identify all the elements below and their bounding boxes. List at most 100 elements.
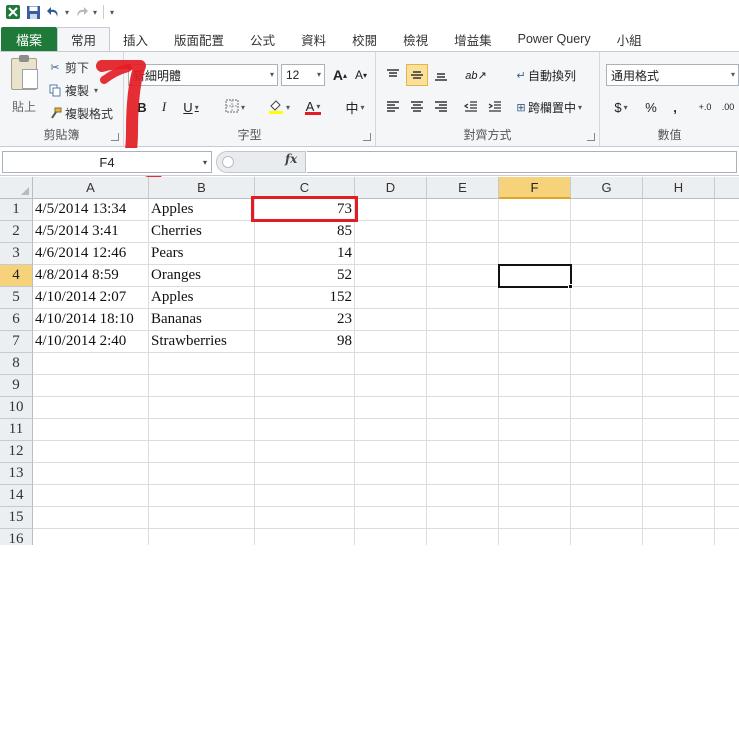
currency-button[interactable]: $ ▾ <box>608 96 634 118</box>
cell-b11[interactable] <box>149 419 255 441</box>
cell-overflow-7[interactable] <box>715 331 739 353</box>
cell-b16[interactable] <box>149 529 255 545</box>
cell-g16[interactable] <box>571 529 643 545</box>
cell-e2[interactable] <box>427 221 499 243</box>
increase-indent-button[interactable] <box>484 96 506 118</box>
row-header-2[interactable]: 2 <box>0 221 33 243</box>
cut-button[interactable]: ✂ 剪下 <box>48 57 89 77</box>
cell-b6[interactable]: Bananas <box>149 309 255 331</box>
cell-d12[interactable] <box>355 441 427 463</box>
worksheet-grid[interactable]: A B C D E F G H 1 4/5/2014 13:34 Apples 73 2 4/5/2014… <box>0 177 739 545</box>
cell-d9[interactable] <box>355 375 427 397</box>
tab-page-layout[interactable]: 版面配置 <box>161 27 237 51</box>
cell-g13[interactable] <box>571 463 643 485</box>
cell-b8[interactable] <box>149 353 255 375</box>
cell-e16[interactable] <box>427 529 499 545</box>
cell-f2[interactable] <box>499 221 571 243</box>
increase-decimal-button[interactable]: +.0 <box>694 96 716 118</box>
redo-dropdown-icon[interactable]: ▾ <box>92 5 98 19</box>
cell-a13[interactable] <box>33 463 149 485</box>
column-header-h[interactable]: H <box>643 177 715 199</box>
cell-c3[interactable]: 14 <box>255 243 355 265</box>
cell-f12[interactable] <box>499 441 571 463</box>
row-header-1[interactable]: 1 <box>0 199 33 221</box>
cell-overflow-15[interactable] <box>715 507 739 529</box>
cell-overflow-12[interactable] <box>715 441 739 463</box>
fill-color-button[interactable]: ▾ <box>264 96 294 118</box>
cell-g10[interactable] <box>571 397 643 419</box>
borders-button[interactable]: ▾ <box>218 96 252 118</box>
cell-e3[interactable] <box>427 243 499 265</box>
cell-f3[interactable] <box>499 243 571 265</box>
cell-b9[interactable] <box>149 375 255 397</box>
cell-c4[interactable]: 52 <box>255 265 355 287</box>
align-top-button[interactable] <box>382 64 404 86</box>
font-color-button[interactable]: A ▾ <box>298 96 328 118</box>
row-header-4[interactable]: 4 <box>0 265 33 287</box>
cell-h15[interactable] <box>643 507 715 529</box>
fill-handle[interactable] <box>568 284 573 289</box>
cell-b5[interactable]: Apples <box>149 287 255 309</box>
tab-view[interactable]: 檢視 <box>390 27 441 51</box>
column-header-g[interactable]: G <box>571 177 643 199</box>
comma-style-button[interactable]: , <box>666 96 684 118</box>
cell-c7[interactable]: 98 <box>255 331 355 353</box>
tab-data[interactable]: 資料 <box>288 27 339 51</box>
cell-overflow-3[interactable] <box>715 243 739 265</box>
column-header-a[interactable]: A <box>33 177 149 199</box>
cell-d14[interactable] <box>355 485 427 507</box>
formula-input[interactable] <box>307 151 737 173</box>
row-header-11[interactable]: 11 <box>0 419 33 441</box>
cell-e7[interactable] <box>427 331 499 353</box>
cell-h6[interactable] <box>643 309 715 331</box>
cell-f13[interactable] <box>499 463 571 485</box>
cell-overflow-13[interactable] <box>715 463 739 485</box>
align-middle-button[interactable] <box>406 64 428 86</box>
cell-g1[interactable] <box>571 199 643 221</box>
cell-c16[interactable] <box>255 529 355 545</box>
cell-c10[interactable] <box>255 397 355 419</box>
cell-f14[interactable] <box>499 485 571 507</box>
cell-g8[interactable] <box>571 353 643 375</box>
align-right-button[interactable] <box>430 96 452 118</box>
cell-g14[interactable] <box>571 485 643 507</box>
cell-e13[interactable] <box>427 463 499 485</box>
phonetic-guide-button[interactable]: 中 ▾ <box>338 96 372 118</box>
cell-h12[interactable] <box>643 441 715 463</box>
cell-b4[interactable]: Oranges <box>149 265 255 287</box>
cell-g9[interactable] <box>571 375 643 397</box>
cell-a7[interactable]: 4/10/2014 2:40 <box>33 331 149 353</box>
cell-d13[interactable] <box>355 463 427 485</box>
align-center-button[interactable] <box>406 96 428 118</box>
row-header-9[interactable]: 9 <box>0 375 33 397</box>
cell-a12[interactable] <box>33 441 149 463</box>
font-dialog-launcher-icon[interactable] <box>363 133 371 141</box>
cell-d15[interactable] <box>355 507 427 529</box>
cell-a11[interactable] <box>33 419 149 441</box>
underline-button[interactable]: U ▾ <box>176 96 206 118</box>
cell-g7[interactable] <box>571 331 643 353</box>
redo-icon[interactable] <box>72 3 90 21</box>
cell-f15[interactable] <box>499 507 571 529</box>
number-format-select[interactable]: 通用格式 ▾ <box>606 64 739 86</box>
cell-a6[interactable]: 4/10/2014 18:10 <box>33 309 149 331</box>
row-header-5[interactable]: 5 <box>0 287 33 309</box>
cell-overflow-5[interactable] <box>715 287 739 309</box>
tab-home[interactable]: 常用 <box>57 27 111 51</box>
cell-c11[interactable] <box>255 419 355 441</box>
cell-g3[interactable] <box>571 243 643 265</box>
undo-dropdown-icon[interactable]: ▾ <box>64 5 70 19</box>
cell-c6[interactable]: 23 <box>255 309 355 331</box>
cell-h5[interactable] <box>643 287 715 309</box>
cell-overflow-11[interactable] <box>715 419 739 441</box>
row-header-7[interactable]: 7 <box>0 331 33 353</box>
cell-c14[interactable] <box>255 485 355 507</box>
cell-h11[interactable] <box>643 419 715 441</box>
cell-h7[interactable] <box>643 331 715 353</box>
cell-f16[interactable] <box>499 529 571 545</box>
orientation-button[interactable]: ab↗ <box>462 64 490 86</box>
cell-d8[interactable] <box>355 353 427 375</box>
tab-team[interactable]: 小組 <box>604 27 655 51</box>
cell-e9[interactable] <box>427 375 499 397</box>
decrease-indent-button[interactable] <box>460 96 482 118</box>
